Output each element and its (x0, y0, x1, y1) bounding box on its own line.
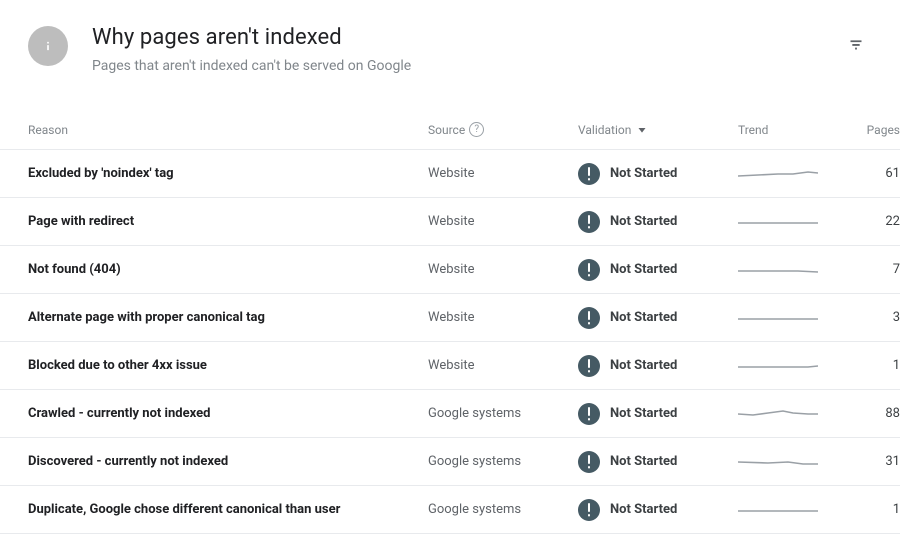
pages-cell: 61 (848, 166, 900, 181)
validation-status: Not Started (610, 166, 677, 181)
validation-status: Not Started (610, 406, 677, 421)
pages-cell: 31 (848, 454, 900, 469)
validation-status: Not Started (610, 454, 677, 469)
validation-cell: Not Started (578, 499, 738, 521)
source-cell: Google systems (428, 502, 578, 517)
pages-cell: 88 (848, 406, 900, 421)
col-validation[interactable]: Validation (578, 121, 738, 138)
table-row[interactable]: Alternate page with proper canonical tag… (0, 294, 900, 342)
col-trend: Trend (738, 123, 848, 137)
reasons-table: Reason Source ? Validation Trend Pages E… (0, 110, 900, 534)
sort-descending-icon (635, 121, 649, 138)
reason-cell: Alternate page with proper canonical tag (28, 310, 428, 325)
col-pages-label: Pages (867, 123, 900, 137)
trend-cell (738, 402, 848, 426)
sparkline-icon (738, 450, 818, 474)
exclamation-icon (578, 259, 600, 281)
table-header-row: Reason Source ? Validation Trend Pages (0, 110, 900, 150)
reason-cell: Page with redirect (28, 214, 428, 229)
reason-cell: Excluded by 'noindex' tag (28, 166, 428, 181)
validation-status: Not Started (610, 262, 677, 277)
pages-cell: 3 (848, 310, 900, 325)
table-row[interactable]: Page with redirectWebsite Not Started 22 (0, 198, 900, 246)
col-source-label: Source (428, 123, 465, 137)
trend-cell (738, 306, 848, 330)
filter-button[interactable] (836, 24, 876, 64)
pages-cell: 1 (848, 502, 900, 517)
trend-cell (738, 210, 848, 234)
exclamation-icon (578, 163, 600, 185)
filter-icon (845, 33, 867, 55)
validation-cell: Not Started (578, 355, 738, 377)
validation-cell: Not Started (578, 259, 738, 281)
table-row[interactable]: Duplicate, Google chose different canoni… (0, 486, 900, 534)
col-source[interactable]: Source ? (428, 122, 578, 137)
table-row[interactable]: Crawled - currently not indexedGoogle sy… (0, 390, 900, 438)
source-cell: Google systems (428, 406, 578, 421)
sparkline-icon (738, 306, 818, 330)
col-trend-label: Trend (738, 123, 768, 137)
validation-cell: Not Started (578, 307, 738, 329)
exclamation-icon (578, 211, 600, 233)
trend-cell (738, 498, 848, 522)
sparkline-icon (738, 498, 818, 522)
reason-cell: Duplicate, Google chose different canoni… (28, 502, 428, 517)
trend-cell (738, 354, 848, 378)
trend-cell (738, 258, 848, 282)
validation-status: Not Started (610, 214, 677, 229)
exclamation-icon (578, 451, 600, 473)
source-cell: Website (428, 166, 578, 181)
validation-cell: Not Started (578, 163, 738, 185)
reason-cell: Blocked due to other 4xx issue (28, 358, 428, 373)
header-titles: Why pages aren't indexed Pages that aren… (92, 24, 836, 76)
trend-cell (738, 450, 848, 474)
validation-cell: Not Started (578, 211, 738, 233)
card-header: Why pages aren't indexed Pages that aren… (0, 24, 900, 76)
index-coverage-card: Why pages aren't indexed Pages that aren… (0, 0, 900, 534)
exclamation-icon (578, 403, 600, 425)
pages-cell: 22 (848, 214, 900, 229)
pages-cell: 7 (848, 262, 900, 277)
sparkline-icon (738, 162, 818, 186)
validation-status: Not Started (610, 358, 677, 373)
sparkline-icon (738, 258, 818, 282)
page-subtitle: Pages that aren't indexed can't be serve… (92, 56, 836, 76)
col-pages[interactable]: Pages (848, 123, 900, 137)
validation-status: Not Started (610, 502, 677, 517)
exclamation-icon (578, 355, 600, 377)
reason-cell: Crawled - currently not indexed (28, 406, 428, 421)
source-cell: Website (428, 214, 578, 229)
help-icon[interactable]: ? (469, 122, 484, 137)
source-cell: Website (428, 358, 578, 373)
pages-cell: 1 (848, 358, 900, 373)
col-validation-label: Validation (578, 123, 631, 137)
validation-cell: Not Started (578, 403, 738, 425)
exclamation-icon (578, 499, 600, 521)
info-icon (28, 26, 68, 66)
source-cell: Website (428, 310, 578, 325)
source-cell: Google systems (428, 454, 578, 469)
sparkline-icon (738, 210, 818, 234)
table-row[interactable]: Excluded by 'noindex' tagWebsite Not Star… (0, 150, 900, 198)
col-reason[interactable]: Reason (28, 123, 428, 137)
reason-cell: Discovered - currently not indexed (28, 454, 428, 469)
exclamation-icon (578, 307, 600, 329)
table-row[interactable]: Blocked due to other 4xx issueWebsite Not… (0, 342, 900, 390)
validation-cell: Not Started (578, 451, 738, 473)
table-row[interactable]: Not found (404)Website Not Started 7 (0, 246, 900, 294)
table-row[interactable]: Discovered - currently not indexedGoogle… (0, 438, 900, 486)
page-title: Why pages aren't indexed (92, 24, 836, 52)
reason-cell: Not found (404) (28, 262, 428, 277)
sparkline-icon (738, 354, 818, 378)
validation-status: Not Started (610, 310, 677, 325)
source-cell: Website (428, 262, 578, 277)
col-reason-label: Reason (28, 123, 68, 137)
trend-cell (738, 162, 848, 186)
sparkline-icon (738, 402, 818, 426)
